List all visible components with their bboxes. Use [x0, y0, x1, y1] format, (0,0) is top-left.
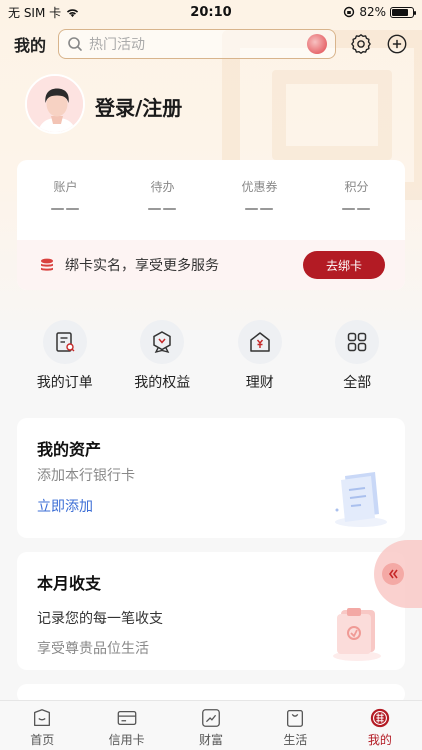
search-icon — [68, 37, 82, 51]
tab-label: 首页 — [30, 733, 55, 747]
tab-label: 信用卡 — [108, 733, 145, 747]
stat-value: —— — [341, 201, 372, 217]
bind-card-banner: 绑卡实名，享受更多服务 去绑卡 — [17, 240, 405, 290]
wifi-icon — [67, 8, 79, 17]
carrier-label: 无 SIM 卡 — [8, 5, 62, 20]
tab-label: 我的 — [367, 733, 392, 747]
status-bar: 无 SIM 卡 20:10 82% — [0, 0, 422, 24]
tab-label: 财富 — [199, 733, 224, 747]
document-illustration-icon — [335, 472, 387, 527]
assets-subtitle: 添加本行银行卡 — [37, 468, 135, 484]
clipboard-illustration-icon — [333, 608, 381, 661]
bottom-tab-bar: 首页 信用卡 财富 生活 我的 — [0, 700, 422, 750]
quick-link-orders[interactable]: 我的订单 — [20, 320, 110, 392]
avatar[interactable] — [25, 74, 85, 134]
plus-circle-icon — [387, 34, 407, 54]
stat-value: —— — [244, 201, 275, 217]
tab-life[interactable]: 生活 — [253, 701, 337, 750]
credit-card-icon — [117, 710, 136, 726]
assets-title: 我的资产 — [37, 440, 102, 459]
double-chevron-left-icon — [389, 569, 398, 579]
monthly-line-1: 记录您的每一笔收支 — [37, 611, 163, 627]
search-bar[interactable]: 热门活动 — [58, 29, 336, 59]
stat-label: 积分 — [344, 180, 369, 194]
tab-mine[interactable]: 我的 — [338, 701, 422, 750]
rights-icon — [153, 331, 171, 354]
quick-link-all[interactable]: 全部 — [312, 320, 402, 392]
monthly-title: 本月收支 — [37, 574, 102, 593]
gear-icon — [351, 34, 371, 54]
stat-value: —— — [50, 201, 81, 217]
my-assets-card[interactable]: 我的资产 添加本行银行卡 立即添加 — [17, 418, 405, 538]
page-title: 我的 — [14, 36, 47, 55]
order-icon — [56, 332, 75, 352]
wealth-icon — [250, 332, 270, 352]
shopping-bag-icon — [287, 710, 304, 727]
stat-label: 账户 — [53, 180, 78, 194]
stat-label: 优惠券 — [241, 180, 278, 194]
wealth-chart-icon — [202, 709, 220, 727]
grid-icon — [348, 332, 367, 352]
battery-percent: 82% — [359, 5, 386, 19]
quick-link-rights[interactable]: 我的权益 — [117, 320, 207, 392]
add-card-link[interactable]: 立即添加 — [37, 496, 93, 516]
tab-credit-card[interactable]: 信用卡 — [84, 701, 168, 750]
bind-card-text: 绑卡实名，享受更多服务 — [65, 258, 219, 274]
quick-links: 我的订单 我的权益 理财 全部 — [0, 320, 422, 392]
quick-link-label: 我的订单 — [36, 375, 93, 391]
tab-home[interactable]: 首页 — [0, 701, 84, 750]
stat-value: —— — [147, 201, 178, 217]
background-decoration-inner — [272, 70, 392, 160]
monthly-line-2: 享受尊贵品位生活 — [37, 641, 149, 657]
promo-badge-icon[interactable] — [307, 34, 327, 54]
top-header: 我的 热门活动 — [0, 28, 422, 60]
add-button[interactable] — [386, 33, 408, 55]
settings-button[interactable] — [350, 33, 372, 55]
quick-link-label: 理财 — [245, 375, 274, 391]
bind-card-button[interactable]: 去绑卡 — [303, 251, 385, 279]
coin-stack-icon — [41, 258, 53, 271]
tab-label: 生活 — [283, 733, 308, 747]
quick-link-label: 全部 — [343, 375, 372, 391]
orientation-lock-icon — [344, 6, 355, 18]
stat-points[interactable]: 积分 —— — [308, 178, 405, 234]
stat-label: 待办 — [150, 180, 175, 194]
tab-wealth[interactable]: 财富 — [169, 701, 253, 750]
stat-todo[interactable]: 待办 —— — [114, 178, 211, 234]
account-summary-card: 账户 —— 待办 —— 优惠券 —— 积分 —— 绑卡实名，享受更多服务 去绑卡 — [17, 160, 405, 290]
home-icon — [34, 709, 51, 726]
profile-emblem-icon — [370, 708, 389, 728]
login-register-link[interactable]: 登录/注册 — [95, 92, 182, 121]
status-time: 20:10 — [190, 4, 232, 20]
quick-link-label: 我的权益 — [134, 375, 191, 391]
battery-icon — [390, 6, 416, 18]
stat-coupons[interactable]: 优惠券 —— — [211, 178, 308, 234]
search-placeholder: 热门活动 — [89, 37, 146, 53]
quick-link-wealth[interactable]: 理财 — [215, 320, 305, 392]
stat-accounts[interactable]: 账户 —— — [17, 178, 114, 234]
monthly-income-expense-card[interactable]: 本月收支 记录您的每一笔收支 享受尊贵品位生活 — [17, 552, 405, 670]
